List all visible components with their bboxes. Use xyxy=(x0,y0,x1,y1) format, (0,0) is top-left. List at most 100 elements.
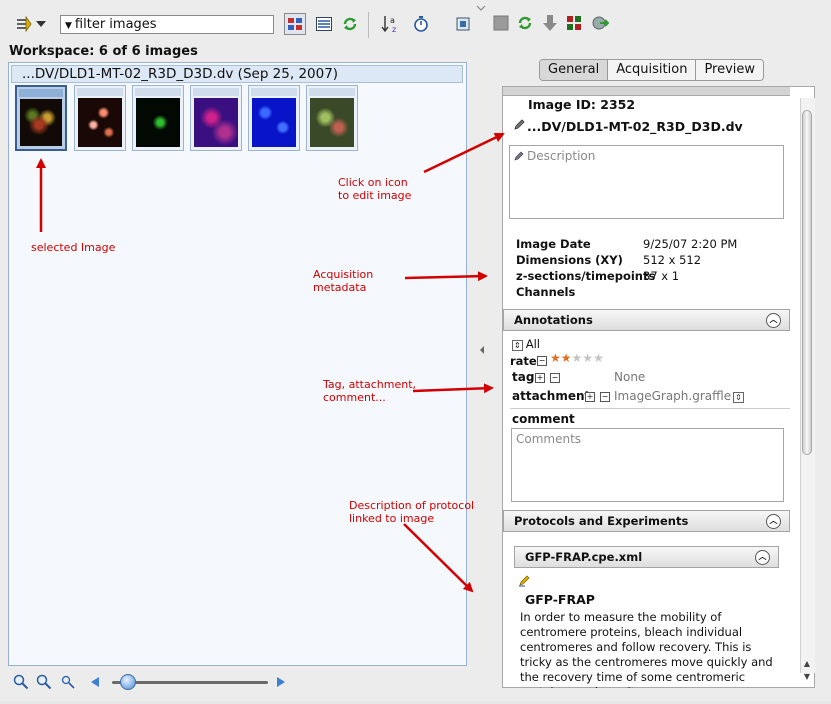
toolbar-divider xyxy=(368,12,369,38)
note-selected-image: selected Image xyxy=(31,241,116,254)
image-browser: ...DV/DLD1-MT-02_R3D_D3D.dv (Sep 25, 200… xyxy=(8,62,467,666)
slider-left-arrow-icon[interactable] xyxy=(88,673,102,691)
right-refresh-icon[interactable] xyxy=(514,12,536,34)
dataset-title[interactable]: ...DV/DLD1-MT-02_R3D_D3D.dv (Sep 25, 200… xyxy=(11,65,463,83)
collapse-protocol-file-icon[interactable]: ︿ xyxy=(755,550,770,565)
annotations-header[interactable]: Annotations ︿ xyxy=(503,309,790,331)
grid-icon[interactable] xyxy=(563,12,585,34)
filter-images-input[interactable]: ▼ filter images xyxy=(60,15,274,34)
rating-stars[interactable]: ★★★★★ xyxy=(550,351,604,365)
zoom-in-icon[interactable] xyxy=(12,673,30,691)
star-filled-icon[interactable]: ★ xyxy=(550,351,561,365)
sort-arrows-icon[interactable] xyxy=(12,13,34,35)
annotations-title: Annotations xyxy=(514,313,593,327)
table-view-icon[interactable] xyxy=(313,13,335,35)
collapse-protocols-icon[interactable]: ︿ xyxy=(766,514,781,529)
scroll-up-icon[interactable]: ▲ xyxy=(802,659,812,669)
annotations-filter[interactable]: ⇕ All xyxy=(512,337,540,351)
attachment-remove-button[interactable]: − xyxy=(600,389,610,403)
scroll-down-icon[interactable]: ▼ xyxy=(802,672,812,682)
comments-placeholder: Comments xyxy=(516,432,582,446)
tag-remove-button[interactable]: − xyxy=(550,370,560,384)
protocols-title: Protocols and Experiments xyxy=(514,514,689,528)
dropdown-arrow-icon[interactable] xyxy=(34,13,48,35)
image-thumbnail[interactable] xyxy=(190,85,242,151)
tag-add-button[interactable]: + xyxy=(535,370,545,384)
image-thumbnail[interactable] xyxy=(306,85,358,151)
note-protocol: Description of protocol linked to image xyxy=(349,499,475,525)
description-pencil-icon xyxy=(514,150,524,164)
zoom-fit-icon[interactable] xyxy=(60,673,76,691)
zoom-out-icon[interactable] xyxy=(35,673,53,691)
image-thumbnail[interactable] xyxy=(74,85,126,151)
thumbnail-view-icon[interactable] xyxy=(284,13,306,35)
thumbnail-image xyxy=(194,98,238,147)
note-edit-image: Click on icon to edit image xyxy=(338,176,412,202)
thumbnail-image xyxy=(78,98,122,147)
minus-icon: − xyxy=(537,355,547,366)
panel-top-bar xyxy=(503,87,790,96)
meta-label-channels: Channels xyxy=(516,285,576,299)
image-id: Image ID: 2352 xyxy=(528,97,636,112)
image-thumbnail[interactable] xyxy=(132,85,184,151)
plus-icon: + xyxy=(585,391,595,402)
protocols-header[interactable]: Protocols and Experiments ︿ xyxy=(503,510,790,532)
minus-icon: − xyxy=(550,372,560,383)
timer-icon[interactable] xyxy=(410,13,432,35)
note-acquisition: Acquisition metadata xyxy=(313,268,374,294)
image-thumbnail[interactable] xyxy=(248,85,300,151)
thumbnail-header xyxy=(19,89,63,97)
attachment-file: ImageGraph.graffle xyxy=(614,389,732,403)
plus-icon: + xyxy=(535,372,545,383)
pane-splitter[interactable] xyxy=(474,0,488,701)
tab-preview[interactable]: Preview xyxy=(696,60,763,80)
tab-acquisition[interactable]: Acquisition xyxy=(608,60,697,80)
annotations-filter-label: All xyxy=(525,337,540,351)
sort-az-icon[interactable]: az xyxy=(380,13,402,35)
thumbnail-image xyxy=(252,98,296,147)
filter-dropdown-icon[interactable]: ▼ xyxy=(65,21,72,31)
rate-remove-button[interactable]: − xyxy=(537,353,547,367)
slider-right-arrow-icon[interactable] xyxy=(274,673,288,691)
meta-value-zsections: 37 x 1 xyxy=(643,269,680,283)
thumbnail-header xyxy=(135,88,181,96)
protocol-file-header[interactable]: GFP-FRAP.cpe.xml ︿ xyxy=(514,546,779,568)
image-thumbnail[interactable] xyxy=(15,85,67,151)
collapse-annotations-icon[interactable]: ︿ xyxy=(766,313,781,328)
protocol-name: GFP-FRAP xyxy=(525,592,595,607)
tag-label: tag xyxy=(512,370,535,384)
note-tag-attachment: Tag, attachment, comment... xyxy=(323,378,417,404)
filter-stepper-icon: ⇕ xyxy=(512,340,523,351)
panel-scrollbar-thumb[interactable] xyxy=(802,110,812,455)
star-filled-icon[interactable]: ★ xyxy=(561,351,572,365)
panel-toggle-icon[interactable] xyxy=(452,13,474,35)
thumbnail-image xyxy=(20,99,62,146)
thumbnail-image xyxy=(136,98,180,147)
meta-label-date: Image Date xyxy=(516,237,591,251)
svg-text:a: a xyxy=(390,16,395,25)
star-empty-icon[interactable]: ★ xyxy=(582,351,593,365)
protocol-file-name: GFP-FRAP.cpe.xml xyxy=(525,550,643,564)
star-empty-icon[interactable]: ★ xyxy=(593,351,604,365)
export-icon[interactable] xyxy=(589,12,611,34)
meta-label-dimensions: Dimensions (XY) xyxy=(516,253,623,267)
rate-label: rate xyxy=(510,354,537,368)
zoom-slider-knob[interactable] xyxy=(119,674,136,690)
edit-pencil-icon[interactable] xyxy=(513,119,525,134)
attachment-add-button[interactable]: + xyxy=(585,389,595,403)
comment-divider xyxy=(510,408,790,409)
description-placeholder: Description xyxy=(527,149,596,163)
meta-value-dimensions: 512 x 512 xyxy=(643,253,702,267)
star-empty-icon[interactable]: ★ xyxy=(572,351,583,365)
attachment-stepper-icon[interactable]: ⇕ xyxy=(733,392,744,403)
protocol-edit-icon[interactable] xyxy=(518,574,531,590)
download-icon[interactable] xyxy=(539,12,561,34)
tab-general[interactable]: General xyxy=(540,60,609,80)
description-field[interactable]: Description xyxy=(509,145,784,219)
save-icon[interactable] xyxy=(490,12,512,34)
comments-field[interactable]: Comments xyxy=(511,428,784,502)
attachment-value[interactable]: ImageGraph.graffle ⇕ xyxy=(614,389,744,403)
svg-text:z: z xyxy=(392,25,396,34)
thumbnail-header xyxy=(193,88,239,96)
refresh-icon[interactable] xyxy=(339,13,361,35)
